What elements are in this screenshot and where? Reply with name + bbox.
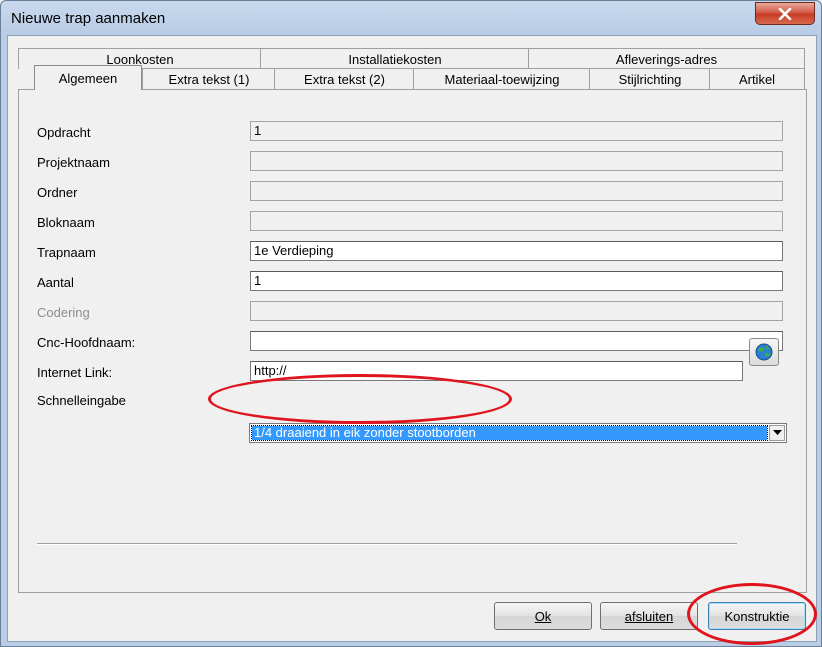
opdracht-label: Opdracht bbox=[37, 125, 91, 140]
ok-button[interactable]: Ok bbox=[494, 602, 592, 630]
projektnaam-field[interactable] bbox=[250, 151, 783, 171]
separator-line bbox=[37, 543, 737, 545]
konstruktie-button-label: Konstruktie bbox=[724, 608, 790, 624]
trapnaam-input[interactable]: 1e Verdieping bbox=[250, 241, 783, 261]
tab-label: Materiaal-toewijzing bbox=[444, 71, 560, 87]
tab-label: Afleverings-adres bbox=[615, 51, 718, 67]
chevron-down-icon bbox=[772, 430, 782, 435]
ordner-field[interactable] bbox=[250, 181, 783, 201]
internet-link-input[interactable]: http:// bbox=[250, 361, 743, 381]
schnelleingabe-selected-value: 1/4 draaiend in eik zonder stootborden bbox=[251, 425, 768, 441]
tab-label: Extra tekst (2) bbox=[304, 71, 385, 87]
close-button[interactable] bbox=[755, 2, 815, 25]
tab-materiaal-toewijzing[interactable]: Materiaal-toewijzing bbox=[413, 68, 591, 89]
tab-installatiekosten[interactable]: Installatiekosten bbox=[260, 48, 530, 69]
tab-label: Installatiekosten bbox=[348, 51, 442, 67]
afsluiten-button[interactable]: afsluiten bbox=[600, 602, 698, 630]
tab-stijlrichting[interactable]: Stijlrichting bbox=[589, 68, 711, 89]
cnc-hoofdnaam-label: Cnc-Hoofdnaam: bbox=[37, 335, 136, 350]
codering-label: Codering bbox=[37, 305, 90, 320]
internet-link-label: Internet Link: bbox=[37, 365, 113, 380]
tab-extra-tekst-1[interactable]: Extra tekst (1) bbox=[142, 68, 276, 89]
tab-afleverings-adres[interactable]: Afleverings-adres bbox=[528, 48, 805, 69]
open-link-button[interactable] bbox=[749, 338, 779, 366]
tab-label: Artikel bbox=[738, 71, 776, 87]
cnc-hoofdnaam-input[interactable] bbox=[250, 331, 783, 351]
globe-icon bbox=[755, 343, 773, 361]
schnelleingabe-label: Schnelleingabe bbox=[37, 393, 126, 408]
dialog-client-area: Loonkosten Installatiekosten Afleverings… bbox=[7, 35, 817, 642]
opdracht-field[interactable]: 1 bbox=[250, 121, 783, 141]
aantal-input[interactable]: 1 bbox=[250, 271, 783, 291]
aantal-label: Aantal bbox=[37, 275, 74, 290]
codering-field bbox=[250, 301, 783, 321]
konstruktie-button[interactable]: Konstruktie bbox=[708, 602, 806, 630]
ordner-label: Ordner bbox=[37, 185, 78, 200]
bloknaam-label: Bloknaam bbox=[37, 215, 95, 230]
tab-panel-algemeen: Opdracht 1 Projektnaam Ordner Bloknaam T… bbox=[18, 89, 807, 593]
tab-label: Algemeen bbox=[58, 70, 118, 86]
projektnaam-label: Projektnaam bbox=[37, 155, 110, 170]
dropdown-arrow-button[interactable] bbox=[769, 425, 785, 441]
close-icon bbox=[778, 7, 792, 20]
tab-artikel[interactable]: Artikel bbox=[709, 68, 805, 89]
dialog-window: Nieuwe trap aanmaken Loonkosten Installa… bbox=[0, 0, 822, 647]
tab-extra-tekst-2[interactable]: Extra tekst (2) bbox=[274, 68, 415, 89]
afsluiten-button-label: afsluiten bbox=[624, 608, 674, 624]
bloknaam-field[interactable] bbox=[250, 211, 783, 231]
tab-algemeen[interactable]: Algemeen bbox=[34, 65, 142, 92]
trapnaam-label: Trapnaam bbox=[37, 245, 96, 260]
window-title: Nieuwe trap aanmaken bbox=[11, 10, 166, 27]
ok-button-label: Ok bbox=[534, 608, 552, 624]
title-bar[interactable]: Nieuwe trap aanmaken bbox=[1, 1, 821, 35]
schnelleingabe-select[interactable]: 1/4 draaiend in eik zonder stootborden bbox=[249, 423, 787, 443]
tab-label: Extra tekst (1) bbox=[168, 71, 250, 87]
tab-label: Stijlrichting bbox=[618, 71, 682, 87]
